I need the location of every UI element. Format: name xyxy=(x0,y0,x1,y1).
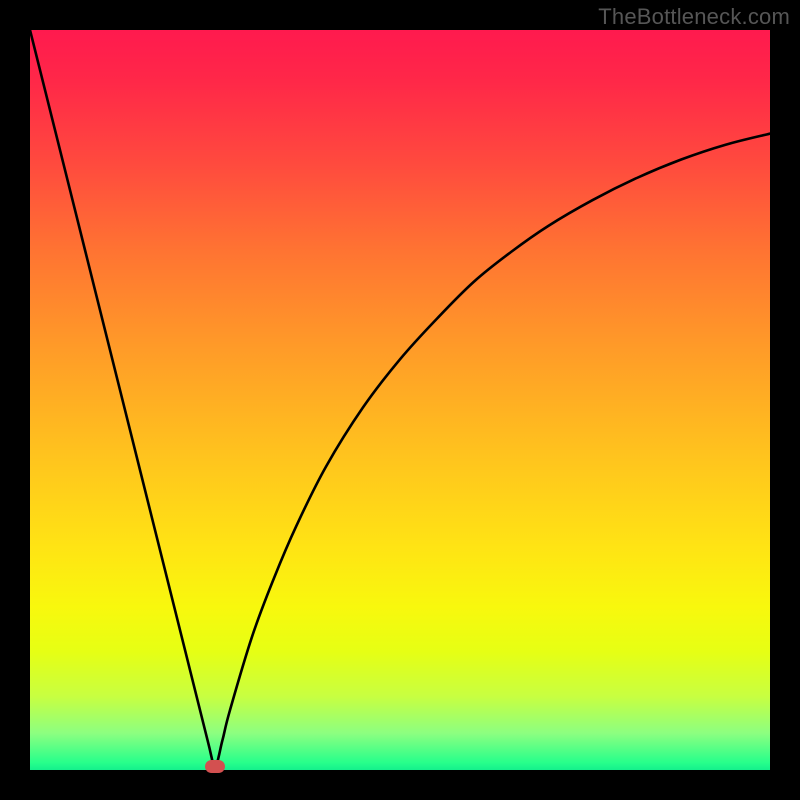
bottleneck-chart xyxy=(30,30,770,770)
chart-container: TheBottleneck.com xyxy=(0,0,800,800)
curve-layer xyxy=(30,30,770,770)
watermark-text: TheBottleneck.com xyxy=(598,4,790,30)
bottleneck-curve xyxy=(30,30,770,766)
minimum-marker xyxy=(205,760,225,773)
